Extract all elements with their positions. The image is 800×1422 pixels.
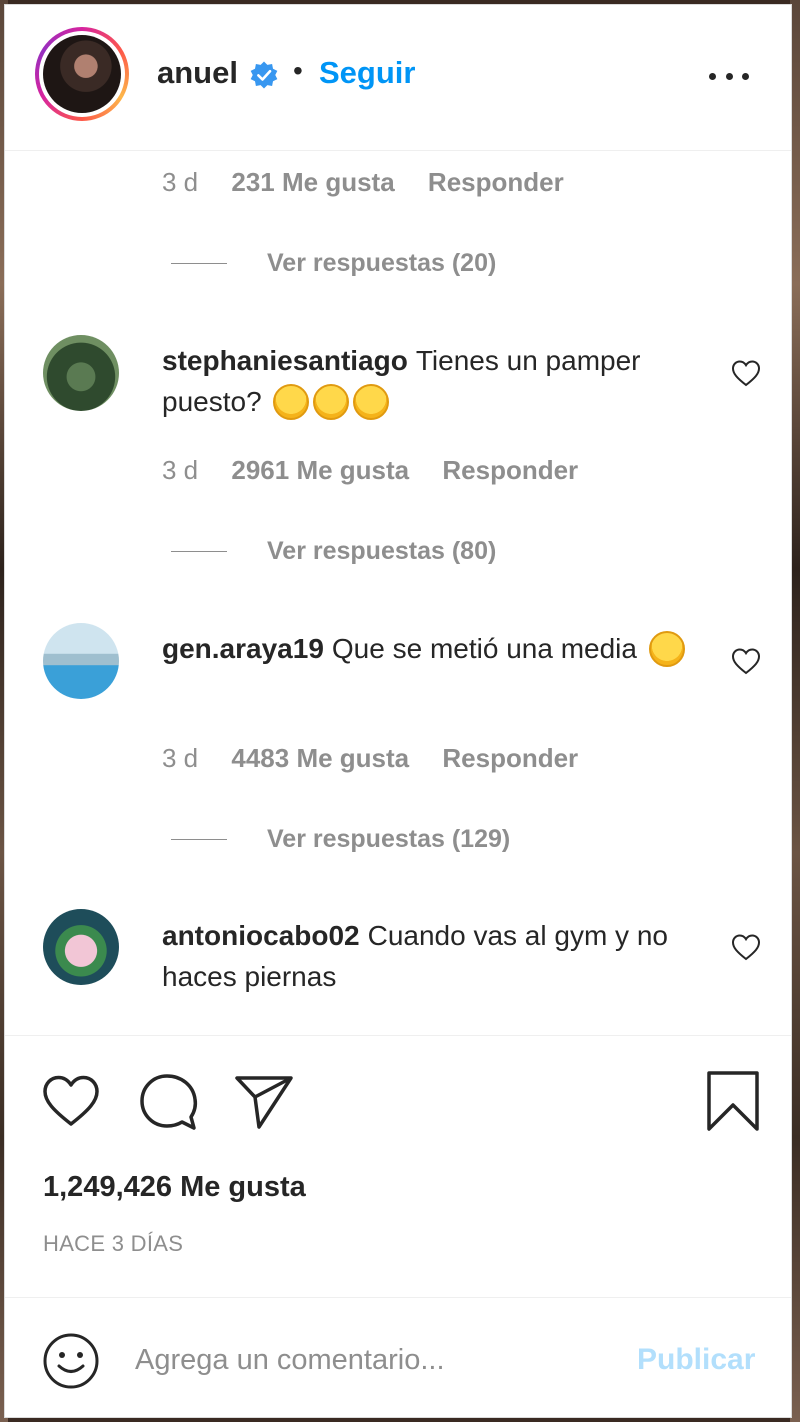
like-comment-heart-icon[interactable]	[731, 647, 761, 675]
comment-body: antoniocabo02 Cuando vas al gym y no hace…	[162, 915, 692, 997]
emoji-picker-icon[interactable]	[41, 1331, 101, 1391]
comment-time: 3 d	[162, 743, 199, 773]
like-comment-heart-icon[interactable]	[731, 933, 761, 961]
post-panel: anuel • Seguir 3 d 231 Me gusta Responde…	[4, 4, 792, 1418]
rofl-emoji-icon	[353, 383, 390, 420]
author-avatar[interactable]	[35, 27, 129, 121]
comment-meta: 3 d 231 Me gusta Responder	[162, 167, 590, 198]
commenter-avatar[interactable]	[43, 623, 119, 699]
comment-body: stephaniesantiago Tienes un pamper puesto…	[162, 340, 692, 422]
save-bookmark-icon[interactable]	[705, 1069, 761, 1133]
view-replies-label: Ver respuestas (129)	[267, 825, 511, 853]
comment-bubble-icon[interactable]	[137, 1071, 199, 1133]
more-options-icon[interactable]	[709, 61, 749, 91]
view-replies-button[interactable]: Ver respuestas (80)	[171, 537, 496, 566]
author-username[interactable]: anuel	[157, 55, 238, 91]
comment-likes[interactable]: 2961 Me gusta	[231, 455, 409, 485]
comment-meta: 3 d 4483 Me gusta Responder	[162, 743, 604, 774]
reply-button[interactable]: Responder	[442, 455, 578, 485]
publish-button[interactable]: Publicar	[637, 1343, 755, 1377]
post-date[interactable]: HACE 3 DÍAS	[43, 1231, 183, 1257]
verified-badge-icon	[250, 61, 278, 89]
rofl-emoji-icon	[273, 383, 310, 420]
commenter-avatar[interactable]	[43, 335, 119, 411]
like-comment-heart-icon[interactable]	[731, 359, 761, 387]
composer-divider	[5, 1297, 791, 1298]
header-separator: •	[293, 55, 303, 86]
commenter-username[interactable]: stephaniesantiago	[162, 345, 408, 376]
commenter-avatar[interactable]	[43, 909, 119, 985]
post-header: anuel • Seguir	[5, 5, 791, 151]
rofl-emoji-icon	[313, 383, 350, 420]
comment-likes[interactable]: 231 Me gusta	[231, 167, 394, 197]
reply-button[interactable]: Responder	[428, 167, 564, 197]
view-replies-label: Ver respuestas (80)	[267, 537, 497, 565]
author-photo	[43, 35, 121, 113]
view-replies-label: Ver respuestas (20)	[267, 249, 497, 277]
comment-likes[interactable]: 4483 Me gusta	[231, 743, 409, 773]
view-replies-button[interactable]: Ver respuestas (20)	[171, 249, 496, 278]
commenter-username[interactable]: gen.araya19	[162, 633, 324, 664]
replies-divider	[171, 551, 227, 552]
share-send-icon[interactable]	[233, 1073, 295, 1131]
replies-divider	[171, 263, 227, 264]
comment-time: 3 d	[162, 167, 199, 197]
comment-time: 3 d	[162, 455, 199, 485]
comment-body: gen.araya19 Que se metió una media	[162, 628, 692, 669]
tears-of-joy-emoji-icon	[648, 630, 685, 667]
comment-text: Que se metió una media	[331, 633, 637, 664]
replies-divider	[171, 839, 227, 840]
view-replies-button[interactable]: Ver respuestas (129)	[171, 825, 510, 854]
commenter-username[interactable]: antoniocabo02	[162, 920, 360, 951]
follow-button[interactable]: Seguir	[319, 55, 415, 91]
comment-meta: 3 d 2961 Me gusta Responder	[162, 455, 604, 486]
post-likes-count[interactable]: 1,249,426 Me gusta	[43, 1171, 306, 1204]
reply-button[interactable]: Responder	[442, 743, 578, 773]
like-heart-icon[interactable]	[41, 1073, 101, 1129]
comment-input[interactable]	[135, 1337, 605, 1383]
actions-divider	[5, 1035, 791, 1036]
